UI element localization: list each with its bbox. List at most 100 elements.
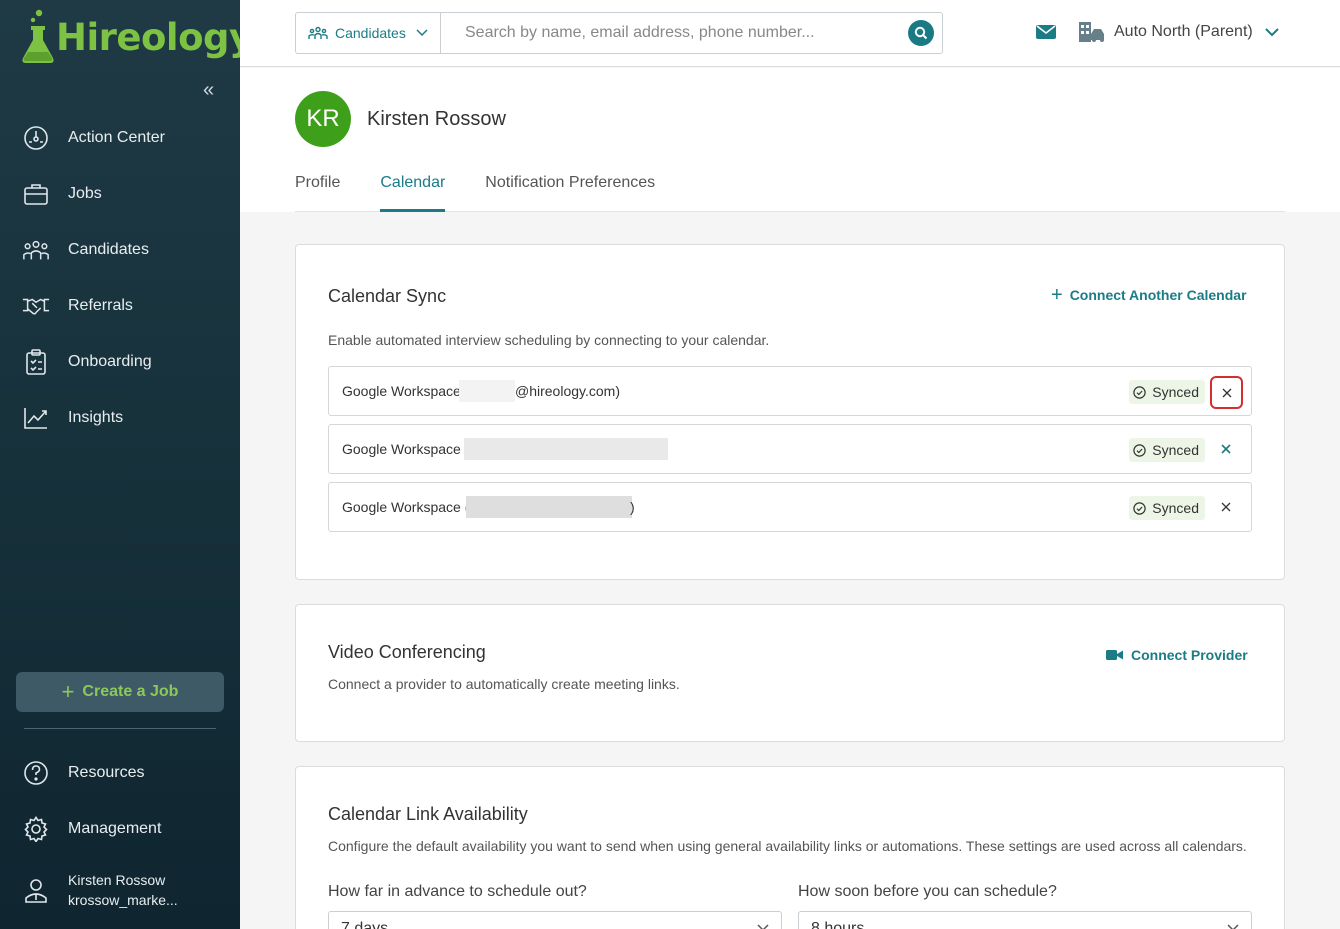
top-bar: Candidates Auto North (Parent) (240, 0, 1340, 67)
clipboard-icon (22, 348, 50, 376)
connect-provider-label: Connect Provider (1131, 647, 1248, 663)
check-circle-icon (1133, 443, 1146, 457)
notice-select[interactable]: 8 hours (798, 911, 1252, 929)
sidebar-item-jobs[interactable]: Jobs (0, 166, 240, 222)
availability-title: Calendar Link Availability (328, 804, 528, 824)
sidebar-item-label: Onboarding (68, 353, 152, 370)
check-circle-icon (1133, 385, 1146, 399)
search-scope-label: Candidates (335, 25, 406, 41)
chart-line-icon (22, 404, 50, 432)
status-badge: Synced (1129, 380, 1205, 404)
remove-calendar-button[interactable] (1210, 376, 1243, 409)
sidebar-item-label: Jobs (68, 185, 102, 202)
video-conferencing-card: Video Conferencing Connect Provider Conn… (295, 604, 1285, 742)
sidebar-item-label: Insights (68, 409, 124, 426)
sidebar-bottom-nav: Resources Management (0, 745, 240, 857)
chevron-down-icon (757, 924, 769, 929)
status-label: Synced (1152, 384, 1199, 400)
calendar-row: Google Workspace ( ) Synced (328, 482, 1252, 532)
advance-label: How far in advance to schedule out? (328, 883, 587, 900)
status-badge: Synced (1129, 496, 1205, 520)
calendar-link-availability-card: Calendar Link Availability Configure the… (295, 766, 1285, 929)
video-camera-icon (1106, 650, 1123, 660)
notice-label: How soon before you can schedule? (798, 883, 1057, 900)
check-circle-icon (1133, 501, 1146, 515)
tab-notification-preferences[interactable]: Notification Preferences (485, 172, 655, 212)
calendar-sync-description: Enable automated interview scheduling by… (328, 332, 770, 348)
plus-icon: + (1051, 284, 1063, 306)
tab-profile[interactable]: Profile (295, 172, 340, 212)
create-job-button[interactable]: + Create a Job (16, 672, 224, 712)
status-label: Synced (1152, 500, 1199, 516)
calendar-account: @hireology.com) (515, 383, 620, 399)
user-menu[interactable]: Kirsten Rossow krossow_marke... (22, 870, 178, 910)
sidebar-divider (24, 728, 216, 729)
page-title: Kirsten Rossow (367, 108, 506, 130)
chevron-down-icon (1227, 924, 1239, 929)
remove-calendar-button[interactable] (1215, 495, 1237, 519)
handshake-icon (22, 292, 50, 320)
notice-value: 8 hours (811, 920, 865, 929)
sidebar-item-label: Management (68, 820, 162, 837)
plus-icon: + (61, 679, 75, 704)
brand-name: Hireology (56, 16, 253, 59)
search-scope-dropdown[interactable]: Candidates (296, 13, 441, 53)
help-circle-icon (22, 759, 50, 787)
user-icon (22, 876, 50, 904)
tab-calendar[interactable]: Calendar (380, 172, 446, 212)
calendar-provider: Google Workspace ( (342, 499, 470, 515)
user-username: krossow_marke... (68, 892, 178, 908)
search-icon (914, 26, 928, 40)
close-icon (1221, 502, 1231, 512)
sidebar-item-candidates[interactable]: Candidates (0, 222, 240, 278)
people-group-icon (308, 26, 328, 39)
calendar-close-paren: ) (630, 499, 635, 515)
calendar-provider: Google Workspace (342, 383, 461, 399)
sidebar-item-resources[interactable]: Resources (0, 745, 240, 801)
calendar-provider: Google Workspace ( (342, 441, 470, 457)
sidebar-item-onboarding[interactable]: Onboarding (0, 334, 240, 390)
status-badge: Synced (1129, 438, 1205, 462)
profile-tabs: Profile Calendar Notification Preference… (295, 172, 1285, 212)
sidebar: Hireology « Action Center Jobs Candidate… (0, 0, 253, 929)
dashboard-icon (22, 124, 50, 152)
availability-description: Configure the default availability you w… (328, 838, 1247, 854)
status-label: Synced (1152, 442, 1199, 458)
briefcase-icon (22, 180, 50, 208)
sidebar-item-label: Resources (68, 764, 145, 781)
redacted-email (464, 438, 668, 460)
connect-another-calendar-label: Connect Another Calendar (1069, 287, 1247, 303)
close-icon (1221, 444, 1231, 454)
calendar-row: Google Workspace ( Synced (328, 424, 1252, 474)
sidebar-item-referrals[interactable]: Referrals (0, 278, 240, 334)
connect-provider-button[interactable]: Connect Provider (1106, 647, 1248, 663)
messages-button[interactable] (1036, 24, 1056, 45)
remove-calendar-button[interactable] (1215, 437, 1237, 461)
calendar-row: Google Workspace @hireology.com) Synced (328, 366, 1252, 416)
close-icon (1222, 388, 1231, 397)
org-switcher[interactable]: Auto North (Parent) (1078, 20, 1279, 44)
sidebar-item-label: Action Center (68, 129, 165, 146)
video-conferencing-title: Video Conferencing (328, 642, 486, 662)
user-name: Kirsten Rossow (68, 872, 166, 888)
redacted-email (459, 380, 515, 402)
collapse-sidebar-icon[interactable]: « (203, 80, 223, 100)
sidebar-item-management[interactable]: Management (0, 801, 240, 857)
calendar-sync-title: Calendar Sync (328, 286, 447, 306)
flask-logo-icon (22, 9, 54, 63)
building-car-icon (1079, 22, 1104, 42)
chevron-down-icon (1265, 27, 1279, 36)
advance-select[interactable]: 7 days (328, 911, 782, 929)
connect-another-calendar-button[interactable]: + Connect Another Calendar (1051, 284, 1247, 306)
advance-value: 7 days (341, 920, 389, 929)
calendar-sync-card: Calendar Sync + Connect Another Calendar… (295, 244, 1285, 580)
hireology-logo[interactable]: Hireology (20, 8, 253, 64)
search-input[interactable] (441, 13, 908, 53)
sidebar-item-action-center[interactable]: Action Center (0, 110, 240, 166)
org-label: Auto North (Parent) (1114, 23, 1253, 40)
sidebar-item-label: Referrals (68, 297, 133, 314)
chevron-down-icon (416, 29, 428, 37)
search-button[interactable] (908, 20, 934, 46)
sidebar-item-insights[interactable]: Insights (0, 390, 240, 446)
global-search: Candidates (295, 12, 943, 54)
